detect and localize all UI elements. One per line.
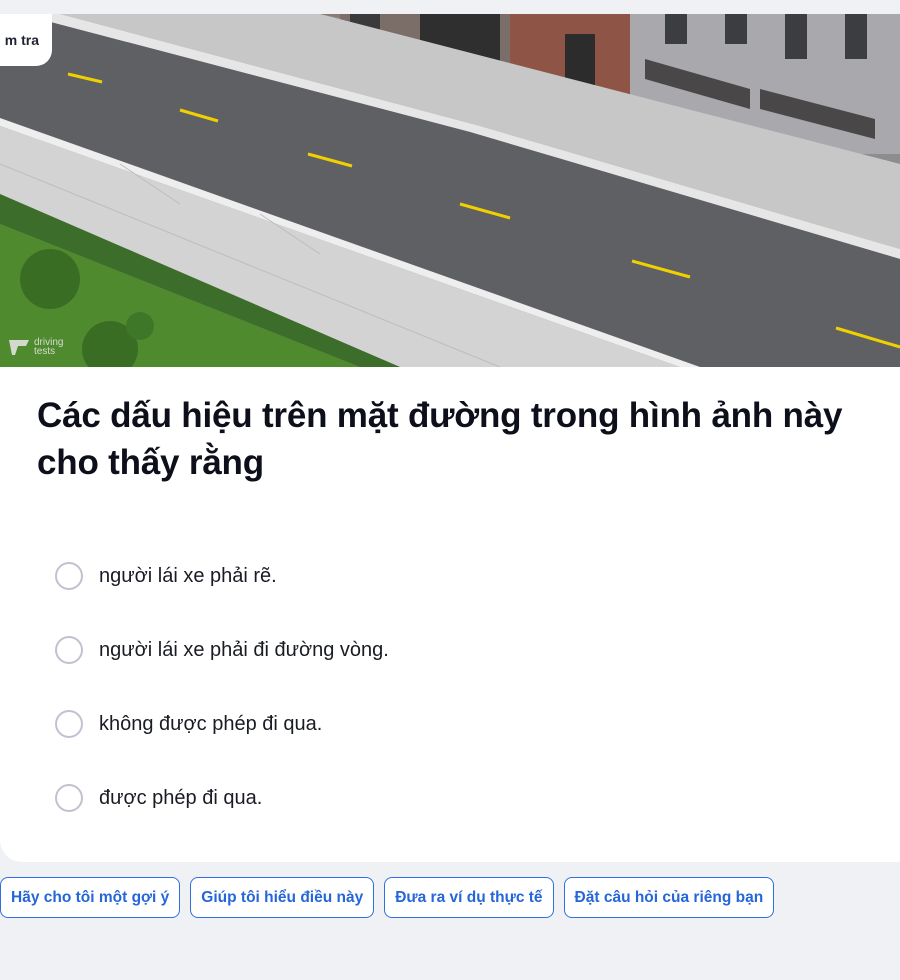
answer-label: người lái xe phải rẽ. bbox=[99, 564, 277, 587]
help-chips: Hãy cho tôi một gợi ý Giúp tôi hiểu điều… bbox=[0, 877, 775, 918]
radio-button[interactable] bbox=[55, 636, 83, 664]
logo-text-line2: tests bbox=[34, 346, 56, 357]
explain-button[interactable]: Giúp tôi hiểu điều này bbox=[190, 877, 375, 918]
logo-icon bbox=[9, 340, 29, 355]
answer-option[interactable]: người lái xe phải đi đường vòng. bbox=[55, 613, 855, 687]
previous-tab[interactable]: m tra bbox=[0, 14, 52, 66]
answer-option[interactable]: được phép đi qua. bbox=[55, 761, 855, 835]
radio-button[interactable] bbox=[55, 562, 83, 590]
answer-options: người lái xe phải rẽ. người lái xe phải … bbox=[55, 539, 855, 835]
real-example-button[interactable]: Đưa ra ví dụ thực tế bbox=[384, 877, 554, 918]
radio-button[interactable] bbox=[55, 784, 83, 812]
hint-button[interactable]: Hãy cho tôi một gợi ý bbox=[0, 877, 181, 918]
answer-label: không được phép đi qua. bbox=[99, 712, 323, 735]
driving-tests-logo: driving tests bbox=[8, 337, 63, 357]
radio-button[interactable] bbox=[55, 710, 83, 738]
ask-own-question-button[interactable]: Đặt câu hỏi của riêng bạn bbox=[563, 877, 775, 918]
answer-label: người lái xe phải đi đường vòng. bbox=[99, 638, 389, 661]
answer-option[interactable]: người lái xe phải rẽ. bbox=[55, 539, 855, 613]
answer-option[interactable]: không được phép đi qua. bbox=[55, 687, 855, 761]
question-image bbox=[0, 14, 900, 367]
answer-label: được phép đi qua. bbox=[99, 786, 263, 809]
question-text: Các dấu hiệu trên mặt đường trong hình ả… bbox=[37, 396, 843, 482]
